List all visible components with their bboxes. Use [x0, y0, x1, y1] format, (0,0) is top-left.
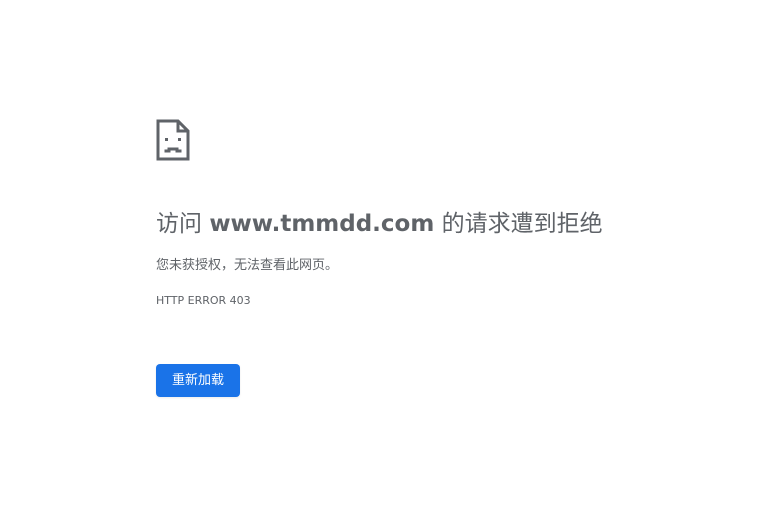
error-page: 访问 www.tmmdd.com 的请求遭到拒绝 您未获授权，无法查看此网页。 … — [0, 0, 774, 510]
error-code: HTTP ERROR 403 — [156, 294, 251, 307]
reload-button[interactable]: 重新加载 — [156, 364, 240, 397]
host-name: www.tmmdd.com — [209, 211, 435, 237]
title-prefix: 访问 — [156, 211, 210, 237]
access-denied-message: 您未获授权，无法查看此网页。 — [156, 258, 339, 273]
sad-document-icon — [156, 119, 190, 161]
page-title: 访问 www.tmmdd.com 的请求遭到拒绝 — [156, 208, 603, 240]
title-suffix: 的请求遭到拒绝 — [434, 211, 603, 237]
